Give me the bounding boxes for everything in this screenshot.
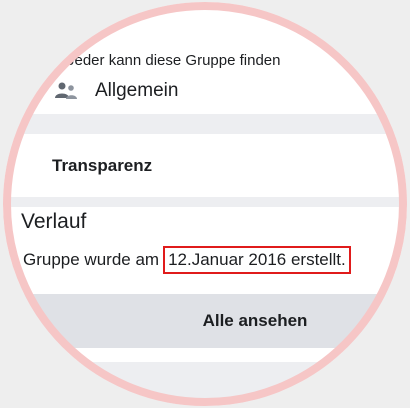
see-all-label: Alle ansehen bbox=[202, 311, 308, 330]
transparency-heading: Transparenz bbox=[52, 156, 153, 175]
created-prefix: Gruppe wurde am bbox=[23, 250, 160, 269]
history-heading: Verlauf bbox=[21, 210, 87, 233]
group-type-label: Allgemein bbox=[95, 80, 179, 101]
people-icon bbox=[53, 81, 81, 101]
see-all-button[interactable]: Alle ansehen bbox=[3, 294, 407, 348]
created-date-highlight: 12.Januar 2016 erstellt. bbox=[163, 246, 351, 274]
group-type-row: Allgemein bbox=[53, 80, 178, 102]
section-divider bbox=[3, 197, 407, 207]
section-divider bbox=[3, 362, 407, 406]
section-divider bbox=[3, 114, 407, 134]
section-spacer bbox=[3, 348, 407, 362]
zoom-lens: Jeder kann diese Gruppe finden Allgemein… bbox=[3, 2, 407, 406]
group-created-text: Gruppe wurde am 12.Januar 2016 erstellt. bbox=[23, 246, 351, 274]
group-privacy-text: Jeder kann diese Gruppe finden bbox=[67, 52, 281, 69]
